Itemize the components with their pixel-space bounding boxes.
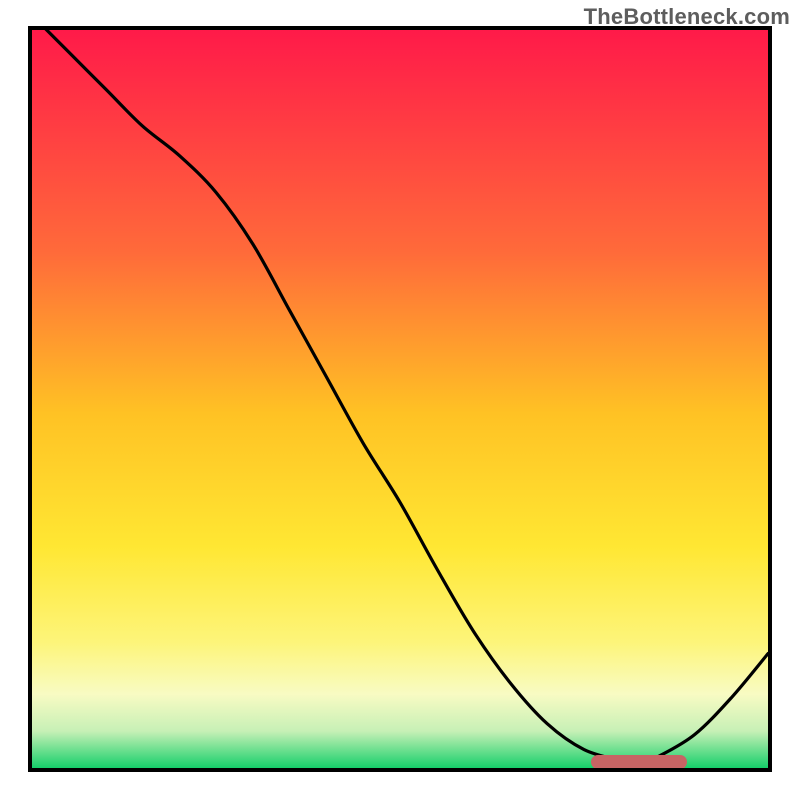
chart-plot-area	[28, 26, 772, 772]
chart-line-path	[32, 30, 768, 764]
chart-line-series	[32, 30, 768, 768]
chart-minimum-marker	[591, 755, 687, 769]
